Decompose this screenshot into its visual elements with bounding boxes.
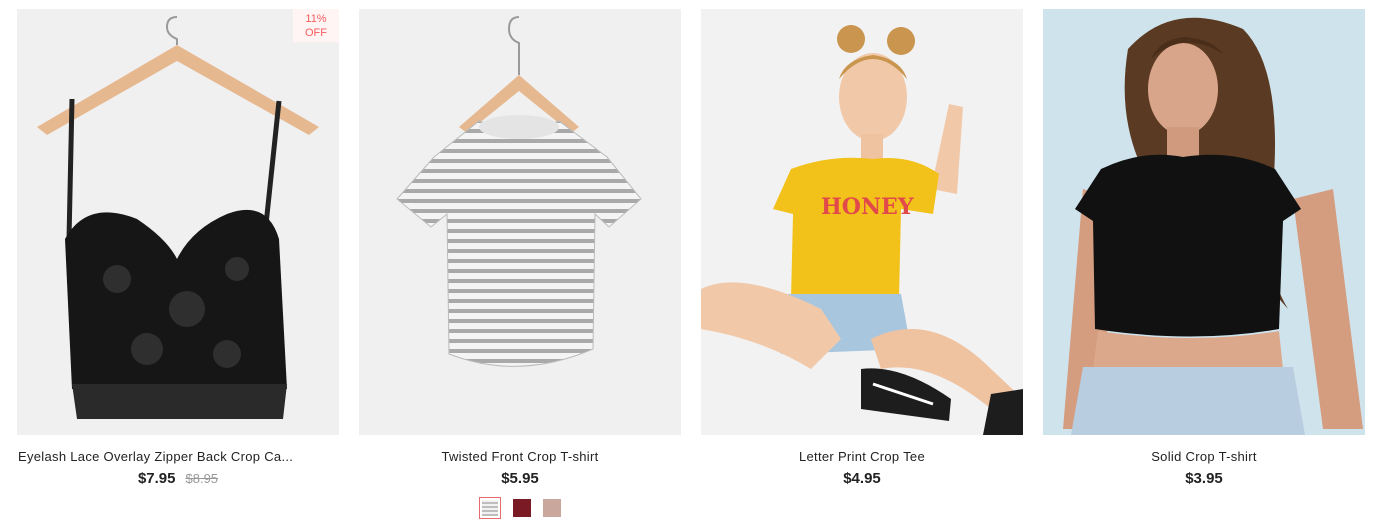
product-card[interactable]: 11% OFF Eyelash Lace Overlay Zipper Back… [17, 9, 339, 519]
discount-badge: 11% OFF [293, 9, 339, 42]
price-row: $3.95 [1185, 470, 1223, 487]
product-title[interactable]: Twisted Front Crop T-shirt [441, 449, 598, 464]
product-image[interactable]: 11% OFF [17, 9, 339, 435]
product-image[interactable] [1043, 9, 1365, 435]
black-lace-cami-image [17, 9, 339, 435]
original-price: $8.95 [185, 471, 219, 486]
model-black-tee-image [1043, 9, 1365, 435]
color-swatch-pink[interactable] [543, 499, 561, 517]
product-image[interactable]: HONEY [701, 9, 1023, 435]
striped-tshirt-image [359, 9, 681, 435]
product-title[interactable]: Eyelash Lace Overlay Zipper Back Crop Ca… [18, 449, 293, 464]
product-image[interactable] [359, 9, 681, 435]
color-swatch-burgundy[interactable] [513, 499, 531, 517]
product-card[interactable]: Solid Crop T-shirt $3.95 [1043, 9, 1365, 519]
product-card[interactable]: HONEY Letter Print Crop Tee $4.95 [701, 9, 1023, 519]
product-title[interactable]: Solid Crop T-shirt [1151, 449, 1257, 464]
tee-print-text: HONEY [821, 194, 914, 220]
product-card[interactable]: Twisted Front Crop T-shirt $5.95 [359, 9, 681, 519]
color-swatch-grey-stripe[interactable] [479, 497, 501, 519]
sale-price: $4.95 [843, 470, 881, 487]
model-yellow-tee-image: HONEY [701, 9, 1023, 435]
color-swatches [479, 497, 561, 519]
product-grid: 11% OFF Eyelash Lace Overlay Zipper Back… [17, 9, 1365, 519]
sale-price: $7.95 [137, 470, 176, 487]
price-row: $7.95 $8.95 [138, 470, 218, 487]
product-title[interactable]: Letter Print Crop Tee [799, 449, 925, 464]
sale-price: $3.95 [1185, 470, 1223, 487]
sale-price: $5.95 [501, 470, 539, 487]
price-row: $4.95 [843, 470, 881, 487]
price-row: $5.95 [501, 470, 539, 487]
